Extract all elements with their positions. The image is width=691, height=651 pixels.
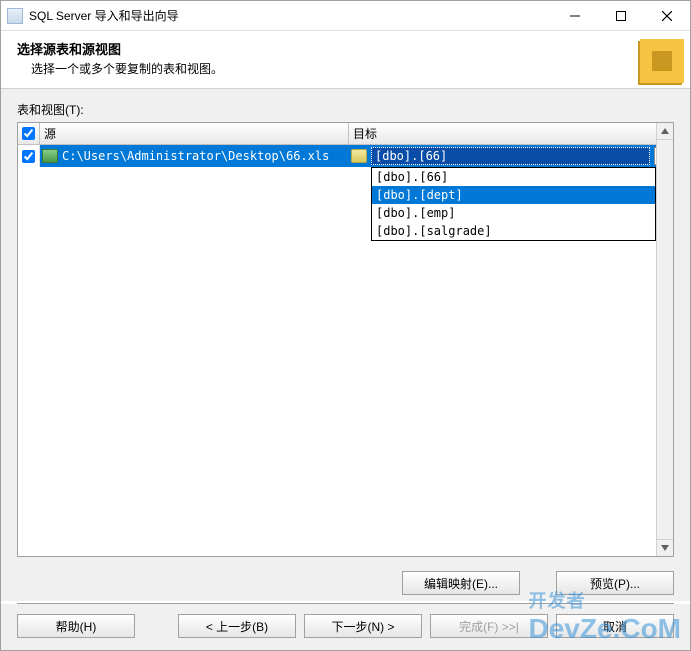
back-button[interactable]: < 上一步(B) bbox=[178, 614, 296, 638]
app-icon bbox=[7, 8, 23, 24]
select-all-checkbox[interactable] bbox=[22, 127, 35, 140]
grid-header: 源 目标 bbox=[18, 123, 673, 145]
scroll-up-button[interactable] bbox=[657, 123, 673, 140]
header-destination[interactable]: 目标 bbox=[349, 123, 673, 144]
next-button[interactable]: 下一步(N) > bbox=[304, 614, 422, 638]
window-title: SQL Server 导入和导出向导 bbox=[29, 7, 552, 24]
table-icon bbox=[351, 149, 367, 163]
vertical-scrollbar[interactable] bbox=[656, 123, 673, 556]
preview-button[interactable]: 预览(P)... bbox=[556, 571, 674, 595]
dropdown-item[interactable]: [dbo].[emp] bbox=[372, 204, 655, 222]
dropdown-item[interactable]: [dbo].[salgrade] bbox=[372, 222, 655, 240]
dropdown-item[interactable]: [dbo].[dept] bbox=[372, 186, 655, 204]
body-panel: 表和视图(T): 源 目标 C:\Users\Administrator\Des… bbox=[1, 89, 690, 561]
row-checkbox-cell bbox=[18, 145, 40, 167]
help-button[interactable]: 帮助(H) bbox=[17, 614, 135, 638]
row-source-cell: C:\Users\Administrator\Desktop\66.xls bbox=[40, 145, 349, 167]
list-label: 表和视图(T): bbox=[17, 101, 674, 118]
header-panel: 选择源表和源视图 选择一个或多个要复制的表和视图。 bbox=[1, 31, 690, 89]
titlebar: SQL Server 导入和导出向导 bbox=[1, 1, 690, 31]
destination-dropdown-list: [dbo].[66] [dbo].[dept] [dbo].[emp] [dbo… bbox=[371, 167, 656, 241]
page-title: 选择源表和源视图 bbox=[17, 39, 674, 58]
close-button[interactable] bbox=[644, 1, 690, 31]
wizard-window: SQL Server 导入和导出向导 选择源表和源视图 选择一个或多个要复制的表… bbox=[0, 0, 691, 651]
row-source-text: C:\Users\Administrator\Desktop\66.xls bbox=[62, 149, 329, 163]
excel-file-icon bbox=[42, 149, 58, 163]
finish-button[interactable]: 完成(F) >>| bbox=[430, 614, 548, 638]
dropdown-item[interactable]: [dbo].[66] bbox=[372, 168, 655, 186]
mid-buttons: 编辑映射(E)... 预览(P)... bbox=[1, 561, 690, 601]
table-frame: 源 目标 C:\Users\Administrator\Desktop\66.x… bbox=[17, 122, 674, 557]
wizard-icon bbox=[640, 39, 684, 83]
scroll-down-button[interactable] bbox=[657, 539, 673, 556]
row-destination-value: [dbo].[66] bbox=[371, 147, 650, 165]
table-row[interactable]: C:\Users\Administrator\Desktop\66.xls [d… bbox=[18, 145, 673, 167]
header-checkbox-cell bbox=[18, 123, 40, 144]
page-description: 选择一个或多个要复制的表和视图。 bbox=[17, 60, 674, 77]
footer: 帮助(H) < 上一步(B) 下一步(N) > 完成(F) >>| 取消 bbox=[1, 604, 690, 650]
row-destination-cell[interactable]: [dbo].[66] bbox=[349, 145, 673, 167]
maximize-button[interactable] bbox=[598, 1, 644, 31]
minimize-button[interactable] bbox=[552, 1, 598, 31]
row-checkbox[interactable] bbox=[22, 150, 35, 163]
header-source[interactable]: 源 bbox=[40, 123, 349, 144]
window-controls bbox=[552, 1, 690, 30]
cancel-button[interactable]: 取消 bbox=[556, 614, 674, 638]
edit-mapping-button[interactable]: 编辑映射(E)... bbox=[402, 571, 520, 595]
